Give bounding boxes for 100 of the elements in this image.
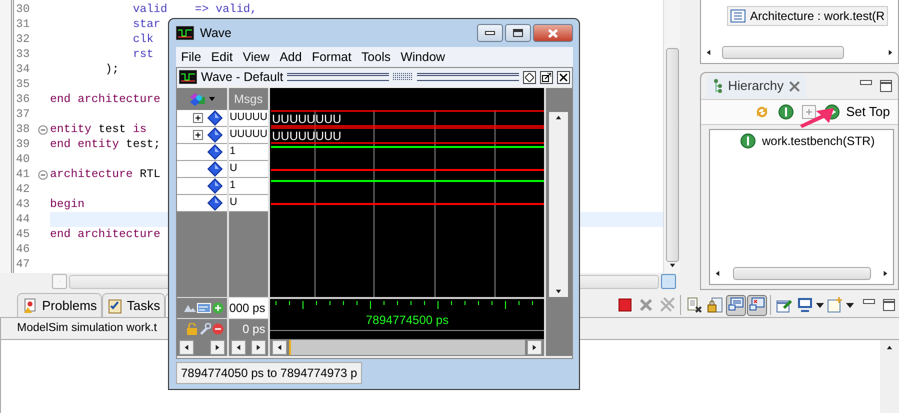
signal-row[interactable] xyxy=(177,195,227,212)
signal-row[interactable] xyxy=(177,110,227,127)
close-icon[interactable] xyxy=(788,80,800,92)
maximize-icon[interactable] xyxy=(883,299,895,311)
menu-item[interactable]: Edit xyxy=(206,48,238,66)
cursor-time: 000 ps xyxy=(229,300,266,317)
signal-row[interactable] xyxy=(177,144,227,161)
scroll-button[interactable] xyxy=(527,340,542,355)
menu-item[interactable]: Window xyxy=(396,48,450,66)
cursor-time: 0 ps xyxy=(242,321,266,338)
line-number: 30 xyxy=(15,2,31,18)
minimize-button[interactable] xyxy=(477,24,503,42)
tree-item[interactable]: work.testbench(STR) xyxy=(740,132,893,150)
remove-icon xyxy=(639,298,653,312)
code-line: ); xyxy=(105,62,120,77)
signal-value: UUUUU xyxy=(228,110,268,127)
scroll-button[interactable] xyxy=(210,340,225,355)
waveform-icon xyxy=(176,26,194,40)
undock-icon xyxy=(542,72,552,82)
menu-item[interactable]: File xyxy=(176,48,206,66)
expand-icon[interactable] xyxy=(192,130,203,140)
signal-row[interactable] xyxy=(177,127,227,144)
scroll-button[interactable] xyxy=(179,340,194,355)
signal-value: 1 xyxy=(228,178,268,195)
collapse-icon[interactable] xyxy=(38,170,48,180)
tree-icon xyxy=(713,78,723,94)
up-arrow-icon xyxy=(886,344,893,352)
scroll-button[interactable] xyxy=(230,340,246,355)
scrollbar[interactable] xyxy=(880,340,899,413)
signal-format-button[interactable] xyxy=(188,91,215,107)
window-icon[interactable] xyxy=(196,302,211,314)
window-title: Wave xyxy=(200,24,232,42)
code-line: clk xyxy=(132,32,154,47)
line-number: 34 xyxy=(15,62,31,78)
new-window-icon xyxy=(827,297,843,313)
code-line: begin xyxy=(50,197,85,212)
instance-icon[interactable] xyxy=(778,104,794,120)
code-line: rst xyxy=(132,47,154,62)
line-number: 32 xyxy=(15,32,31,48)
signal-row[interactable] xyxy=(177,161,227,178)
lock-icon xyxy=(707,297,723,313)
line-number: 47 xyxy=(15,256,31,273)
menu-item[interactable]: Tools xyxy=(356,48,396,66)
mountain-icon[interactable] xyxy=(184,303,196,313)
signal-value: U xyxy=(228,161,268,178)
signal-icon xyxy=(206,110,223,126)
scrollbar[interactable] xyxy=(663,0,680,273)
warning-icon xyxy=(22,298,38,314)
caret-icon[interactable] xyxy=(816,302,824,308)
signal-icon xyxy=(206,161,223,177)
line-number: 31 xyxy=(15,16,31,33)
maximize-icon xyxy=(513,29,523,37)
undock-button[interactable] xyxy=(540,70,554,84)
code-line: architecture RTL xyxy=(50,167,160,182)
line-number: 33 xyxy=(15,46,31,63)
monitor-icon xyxy=(749,297,765,313)
scrollbar-thumb[interactable] xyxy=(722,46,844,59)
caret-icon[interactable] xyxy=(846,302,854,308)
menu-item[interactable]: Add xyxy=(274,48,307,66)
toolbar-button[interactable] xyxy=(747,294,767,316)
grip-lines[interactable] xyxy=(287,73,390,81)
line-number: 46 xyxy=(15,242,31,258)
line-number: 39 xyxy=(15,136,31,153)
scroll-button[interactable] xyxy=(272,340,288,355)
code-line: end architecture xyxy=(50,92,160,107)
zoom-icon xyxy=(525,72,534,82)
instance-icon xyxy=(740,133,756,149)
close-button[interactable] xyxy=(557,70,570,84)
menu-item[interactable]: View xyxy=(238,48,275,66)
scrollbar[interactable] xyxy=(549,112,568,297)
toolbar-button[interactable] xyxy=(726,294,746,316)
maximize-icon[interactable] xyxy=(880,80,892,92)
close-icon xyxy=(559,72,568,82)
wrench-icon[interactable] xyxy=(198,323,211,335)
signal-row[interactable] xyxy=(177,178,227,195)
tree-label: Architecture : work.test(R xyxy=(750,8,885,25)
expand-icon[interactable] xyxy=(192,113,203,123)
remove-icon[interactable] xyxy=(212,323,224,335)
tree-item[interactable]: Architecture : work.test(R xyxy=(727,6,888,26)
maximize-button[interactable] xyxy=(505,24,531,42)
minimize-icon[interactable] xyxy=(863,299,875,305)
column-header: Msgs xyxy=(228,88,268,110)
up-arrow-icon[interactable] xyxy=(555,114,562,121)
add-icon[interactable] xyxy=(212,302,224,314)
line-number: 45 xyxy=(15,226,31,243)
scroll-button[interactable] xyxy=(251,340,266,355)
grip-lines[interactable] xyxy=(417,73,520,81)
collapse-icon[interactable] xyxy=(38,124,48,134)
scrollbar-thumb[interactable] xyxy=(733,267,871,280)
minimize-icon[interactable] xyxy=(860,80,872,86)
zoom-button[interactable] xyxy=(523,70,536,84)
panel-tab[interactable]: Hierarchy xyxy=(707,74,806,98)
tab[interactable]: Problems xyxy=(17,293,102,317)
menu-item[interactable]: Format xyxy=(306,48,356,66)
down-arrow-icon[interactable] xyxy=(555,288,562,295)
line-number: 38 xyxy=(15,122,31,138)
signal-value: 1 xyxy=(228,144,268,161)
tab[interactable]: Tasks xyxy=(102,293,166,317)
signal-icon xyxy=(206,127,223,143)
signal-icon xyxy=(206,195,223,211)
